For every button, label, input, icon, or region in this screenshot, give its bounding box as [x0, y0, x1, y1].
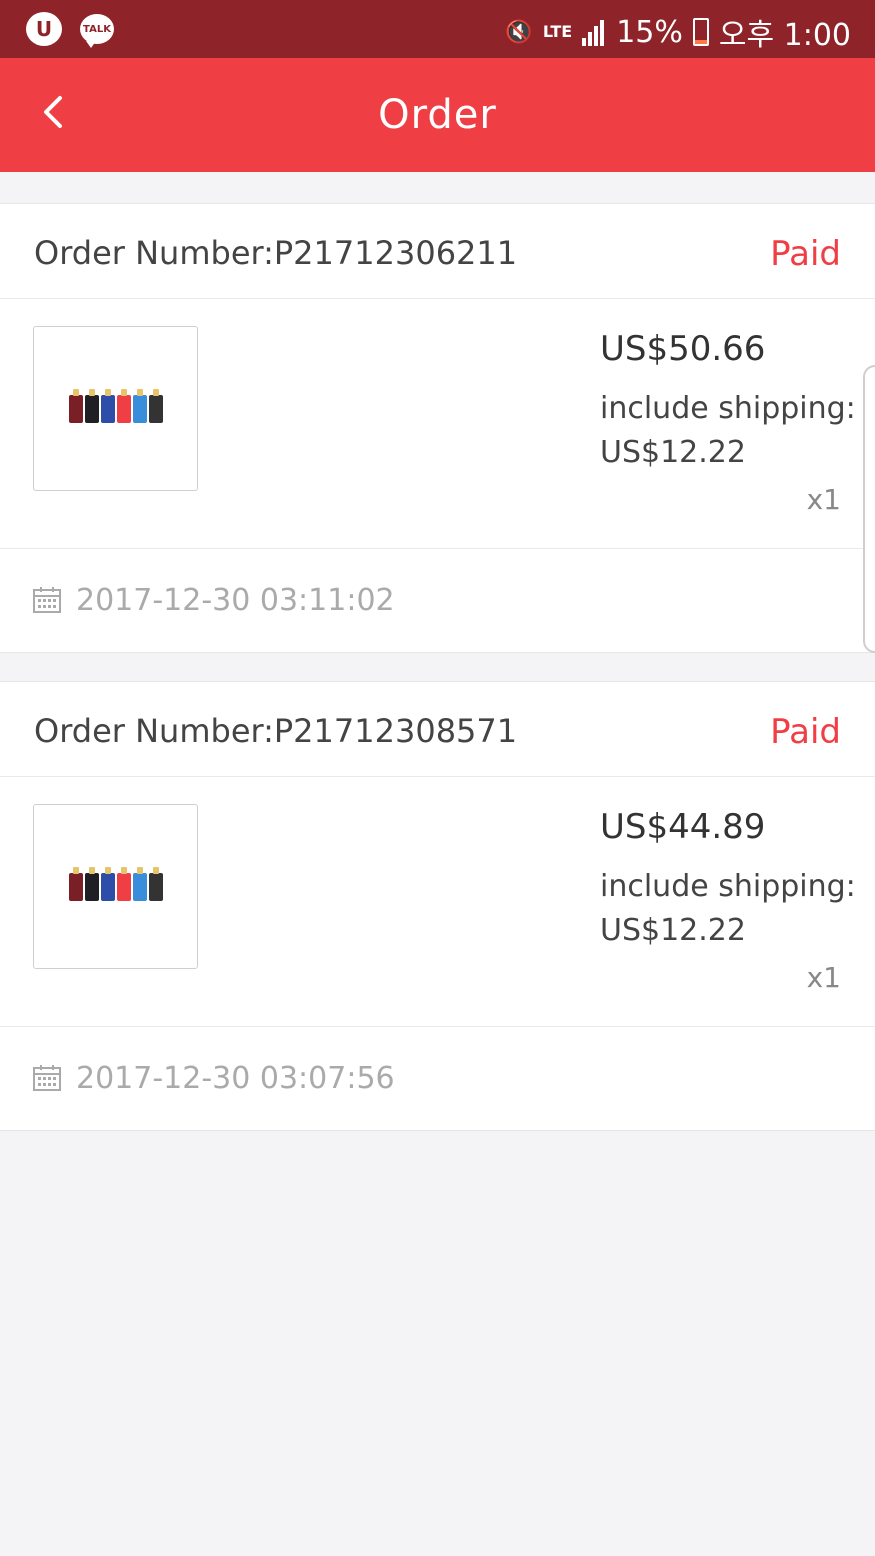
- lte-label: LTE: [542, 22, 573, 41]
- order-quantity: x1: [806, 483, 841, 516]
- order-card[interactable]: Order Number:P21712308571 Paid US$44.89 …: [0, 681, 875, 1131]
- product-thumbnail[interactable]: [33, 804, 198, 969]
- product-image: [68, 388, 163, 423]
- order-footer: 2017-12-30 03:11:02: [0, 549, 875, 652]
- order-price: US$44.89: [600, 807, 766, 847]
- shipping-value: US$12.22: [600, 435, 746, 470]
- order-date: 2017-12-30 03:07:56: [76, 1061, 395, 1096]
- calendar-icon: [33, 587, 61, 613]
- talk-label: TALK: [83, 23, 111, 35]
- order-quantity: x1: [806, 961, 841, 994]
- order-header: Order Number:P21712308571 Paid: [0, 682, 875, 777]
- battery-icon: [692, 18, 709, 46]
- page-title: Order: [378, 92, 497, 138]
- order-card[interactable]: Order Number:P21712306211 Paid US$50.66 …: [0, 203, 875, 653]
- shipping-value: US$12.22: [600, 913, 746, 948]
- product-thumbnail[interactable]: [33, 326, 198, 491]
- product-image: [68, 866, 163, 901]
- shipping-label: include shipping:: [600, 391, 856, 426]
- app-bar: Order: [0, 58, 875, 172]
- order-header: Order Number:P21712306211 Paid: [0, 204, 875, 299]
- order-status: Paid: [770, 234, 841, 274]
- side-edge-handle[interactable]: [863, 365, 875, 653]
- clock: 오후 1:00: [718, 18, 851, 53]
- order-number: Order Number:P21712308571: [34, 712, 518, 750]
- order-date: 2017-12-30 03:11:02: [76, 583, 395, 618]
- battery-percent: 15%: [616, 14, 683, 50]
- signal-icon: [582, 20, 605, 46]
- order-body: US$50.66 include shipping: US$12.22 x1: [0, 299, 875, 549]
- order-footer: 2017-12-30 03:07:56: [0, 1027, 875, 1130]
- mute-icon: 🔇: [505, 19, 533, 45]
- status-left-icons: U TALK: [26, 12, 114, 48]
- status-bar: U TALK 🔇 LTE 15% 오후 1:00: [0, 0, 875, 58]
- order-body: US$44.89 include shipping: US$12.22 x1: [0, 777, 875, 1027]
- kakaotalk-icon: TALK: [80, 14, 114, 48]
- shipping-label: include shipping:: [600, 869, 856, 904]
- status-right-icons: 🔇 LTE 15% 오후 1:00: [505, 10, 851, 54]
- uplus-icon: U: [26, 12, 62, 46]
- order-status: Paid: [770, 712, 841, 752]
- order-price: US$50.66: [600, 329, 766, 369]
- calendar-icon: [33, 1065, 61, 1091]
- lte-icon: LTE: [543, 24, 572, 40]
- order-number: Order Number:P21712306211: [34, 234, 518, 272]
